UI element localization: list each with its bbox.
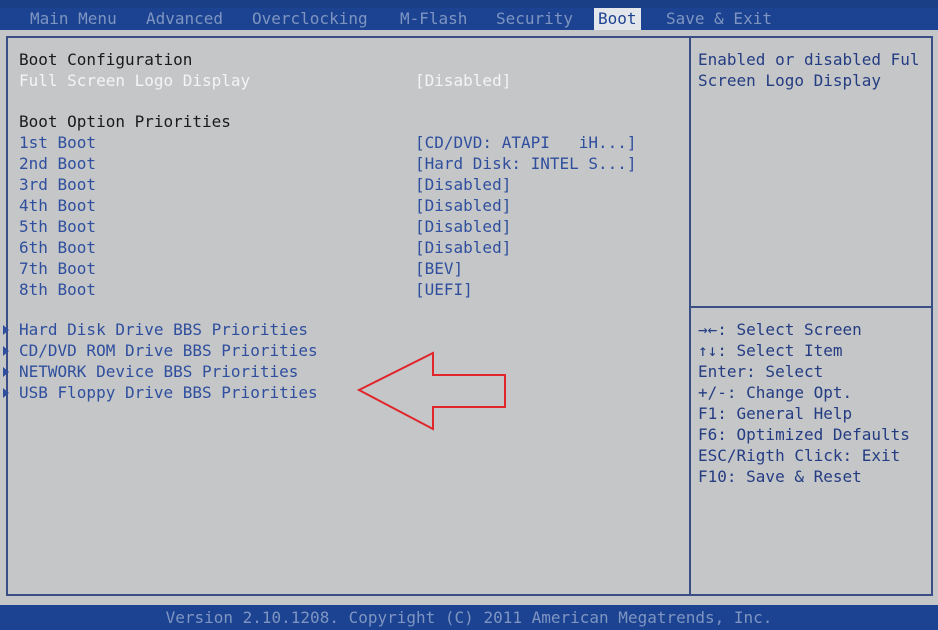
full-screen-logo-label[interactable]: Full Screen Logo Display	[19, 70, 250, 91]
submenu-arrow-icon	[3, 367, 9, 377]
tab-security[interactable]: Security	[492, 8, 577, 30]
panel-divider-horizontal	[691, 306, 933, 308]
tab-overclocking[interactable]: Overclocking	[248, 8, 372, 30]
boot-order-label-2[interactable]: 2nd Boot	[19, 153, 96, 174]
boot-order-value-5[interactable]: [Disabled]	[415, 216, 511, 237]
tab-boot[interactable]: Boot	[594, 8, 641, 30]
help-text-line-1: Enabled or disabled Ful	[698, 50, 920, 69]
boot-order-value-8[interactable]: [UEFI]	[415, 279, 473, 300]
boot-order-label-5[interactable]: 5th Boot	[19, 216, 96, 237]
key-hint-select-screen: →←: Select Screen	[698, 320, 862, 339]
boot-order-value-1[interactable]: [CD/DVD: ATAPI iH...]	[415, 132, 637, 153]
submenu-arrow-icon	[3, 325, 9, 335]
submenu-network-bbs[interactable]: NETWORK Device BBS Priorities	[19, 361, 298, 382]
boot-order-label-4[interactable]: 4th Boot	[19, 195, 96, 216]
submenu-cddvd-bbs[interactable]: CD/DVD ROM Drive BBS Priorities	[19, 340, 318, 361]
boot-config-heading: Boot Configuration	[19, 50, 193, 69]
boot-order-label-6[interactable]: 6th Boot	[19, 237, 96, 258]
boot-order-value-6[interactable]: [Disabled]	[415, 237, 511, 258]
boot-order-label-3[interactable]: 3rd Boot	[19, 174, 96, 195]
help-text-line-2: Screen Logo Display	[698, 71, 882, 90]
key-hint-exit: ESC/Rigth Click: Exit	[698, 446, 901, 465]
submenu-arrow-icon	[3, 388, 9, 398]
boot-order-label-8[interactable]: 8th Boot	[19, 279, 96, 300]
submenu-arrow-icon	[3, 346, 9, 356]
key-hint-optimized-defaults: F6: Optimized Defaults	[698, 425, 910, 444]
footer-version: Version 2.10.1208. Copyright (C) 2011 Am…	[0, 605, 938, 630]
boot-order-label-1[interactable]: 1st Boot	[19, 132, 96, 153]
top-strip	[0, 0, 938, 8]
tab-advanced[interactable]: Advanced	[142, 8, 227, 30]
full-screen-logo-value[interactable]: [Disabled]	[415, 70, 511, 91]
boot-priorities-heading: Boot Option Priorities	[19, 112, 231, 131]
key-hint-change-opt: +/-: Change Opt.	[698, 383, 853, 402]
boot-order-value-7[interactable]: [BEV]	[415, 258, 463, 279]
key-hint-select-item: ↑↓: Select Item	[698, 341, 843, 360]
tab-m-flash[interactable]: M-Flash	[396, 8, 471, 30]
submenu-usb-floppy-bbs[interactable]: USB Floppy Drive BBS Priorities	[19, 382, 318, 403]
submenu-hdd-bbs[interactable]: Hard Disk Drive BBS Priorities	[19, 319, 308, 340]
menu-bar: Main Menu Advanced Overclocking M-Flash …	[0, 8, 938, 30]
boot-order-value-4[interactable]: [Disabled]	[415, 195, 511, 216]
key-hint-enter: Enter: Select	[698, 362, 824, 381]
tab-save-exit[interactable]: Save & Exit	[662, 8, 776, 30]
boot-order-value-2[interactable]: [Hard Disk: INTEL S...]	[415, 153, 637, 174]
key-hint-general-help: F1: General Help	[698, 404, 853, 423]
boot-order-value-3[interactable]: [Disabled]	[415, 174, 511, 195]
panel-divider-vertical	[689, 36, 691, 596]
tab-main-menu[interactable]: Main Menu	[26, 8, 121, 30]
key-hint-save-reset: F10: Save & Reset	[698, 467, 862, 486]
boot-order-label-7[interactable]: 7th Boot	[19, 258, 96, 279]
red-arrow-annotation	[356, 351, 506, 431]
